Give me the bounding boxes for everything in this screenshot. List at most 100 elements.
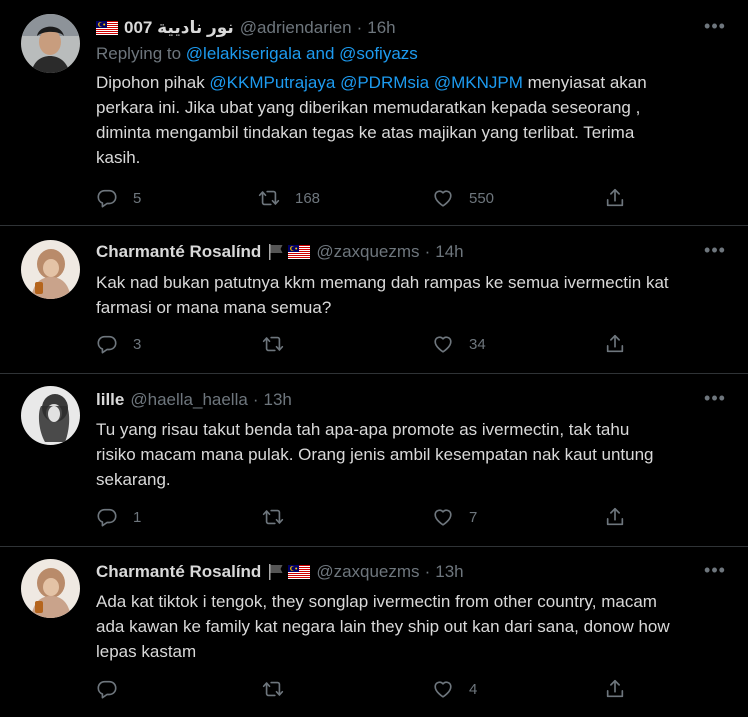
tweet[interactable]: Charmanté Rosalínd @zaxquezms · 13h ••• … [0,547,748,717]
reply-icon [96,187,118,209]
retweet-button[interactable] [262,506,299,528]
text-line: diminta mengambil tindakan tegas ke atas… [96,123,635,142]
text-line: Tu yang risau takut benda tah apa-apa pr… [96,420,630,439]
text-line: perkara ini. Jika ubat yang diberikan me… [96,98,641,117]
tweet-header: Charmanté Rosalínd @zaxquezms · 13h [96,561,464,583]
retweet-icon [262,678,284,700]
avatar[interactable] [21,559,80,618]
reply-button[interactable]: 5 [96,187,141,209]
tweet-text: Kak nad bukan patutnya kkm memang dah ra… [96,270,696,320]
more-options-icon[interactable]: ••• [704,561,726,580]
share-button[interactable] [604,187,626,209]
malaysia-flag-icon [96,21,118,35]
display-name[interactable]: lille [96,390,124,410]
tweet[interactable]: lille @haella_haella · 13h ••• Tu yang r… [0,374,748,547]
retweet-button[interactable] [262,678,299,700]
text-line: lepas kastam [96,642,197,661]
share-button[interactable] [604,678,626,700]
tweet[interactable]: Charmanté Rosalínd @zaxquezms · 14h ••• … [0,226,748,374]
tweet-header: lille @haella_haella · 13h [96,389,292,411]
reply-icon [96,333,118,355]
display-name[interactable]: نور ناديية 007 [124,18,234,38]
malaysia-flag-icon [288,245,310,259]
black-flag-icon [267,243,285,261]
text-line: ada kawan ke family kat negara lain they… [96,617,670,636]
replying-to: Replying to @lelakiserigala and @sofiyaz… [96,44,418,64]
mention-link[interactable]: @KKMPutrajaya [209,73,335,92]
tweet-text: Tu yang risau takut benda tah apa-apa pr… [96,417,696,492]
like-button[interactable]: 34 [432,333,486,355]
reply-icon [96,506,118,528]
share-icon [604,678,626,700]
retweet-icon [262,506,284,528]
text-line: Kak nad bukan patutnya kkm memang dah ra… [96,273,669,292]
replying-users-link[interactable]: @lelakiserigala and @sofiyazs [186,44,418,63]
username[interactable]: @zaxquezms [316,562,419,582]
action-bar: 1 7 [96,506,636,532]
tweet-header: Charmanté Rosalínd @zaxquezms · 14h [96,241,464,263]
display-name[interactable]: Charmanté Rosalínd [96,562,261,582]
like-count: 34 [469,335,486,353]
retweet-icon [258,187,280,209]
text-line: risiko macam mana pulak. Orang jenis amb… [96,445,654,464]
timestamp[interactable]: 13h [435,562,463,582]
text-segment: menyiasat akan [522,73,647,92]
avatar[interactable] [21,386,80,445]
black-flag-icon [267,563,285,581]
separator: · [252,390,259,409]
timestamp[interactable]: 16h [367,18,395,38]
action-bar: 3 34 [96,333,636,359]
share-icon [604,506,626,528]
timestamp[interactable]: 14h [435,242,463,262]
like-button[interactable]: 7 [432,506,477,528]
username[interactable]: @zaxquezms [316,242,419,262]
retweet-icon [262,333,284,355]
separator: · [356,18,363,37]
separator: · [424,242,431,261]
like-count: 4 [469,680,478,698]
username[interactable]: @adriendarien [240,18,352,38]
timestamp[interactable]: 13h [264,390,292,410]
retweet-button[interactable]: 168 [258,187,320,209]
tweet-text: Dipohon pihak @KKMPutrajaya @PDRMsia @MK… [96,70,696,170]
action-bar: 5 168 550 [96,187,636,213]
more-options-icon[interactable]: ••• [704,389,726,408]
tweet[interactable]: نور ناديية 007 @adriendarien · 16h ••• R… [0,0,748,226]
like-count: 7 [469,508,478,526]
username[interactable]: @haella_haella [130,390,247,410]
retweet-button[interactable] [262,333,299,355]
reply-count: 3 [133,335,142,353]
reply-button[interactable] [96,678,133,700]
share-icon [604,333,626,355]
like-button[interactable]: 550 [432,187,494,209]
text-line: kasih. [96,148,141,167]
share-icon [604,187,626,209]
avatar[interactable] [21,14,80,73]
mention-link[interactable]: @PDRMsia [340,73,429,92]
avatar[interactable] [21,240,80,299]
reply-count: 1 [133,508,142,526]
like-button[interactable]: 4 [432,678,477,700]
text-line: Ada kat tiktok i tengok, they songlap iv… [96,592,657,611]
reply-count: 5 [133,189,142,207]
share-button[interactable] [604,333,626,355]
action-bar: 4 [96,678,636,704]
like-icon [432,506,454,528]
share-button[interactable] [604,506,626,528]
display-name[interactable]: Charmanté Rosalínd [96,242,261,262]
malaysia-flag-icon [288,565,310,579]
like-icon [432,187,454,209]
more-options-icon[interactable]: ••• [704,17,726,36]
text-segment: Dipohon pihak [96,73,210,92]
reply-button[interactable]: 3 [96,333,141,355]
text-line: farmasi or mana mana semua? [96,298,332,317]
more-options-icon[interactable]: ••• [704,241,726,260]
like-count: 550 [469,189,495,207]
replying-prefix: Replying to [96,44,186,63]
separator: · [424,562,431,581]
reply-button[interactable]: 1 [96,506,141,528]
text-line: sekarang. [96,470,171,489]
mention-link[interactable]: @MKNJPM [434,73,523,92]
tweet-header: نور ناديية 007 @adriendarien · 16h [96,17,396,39]
retweet-count: 168 [295,189,321,207]
